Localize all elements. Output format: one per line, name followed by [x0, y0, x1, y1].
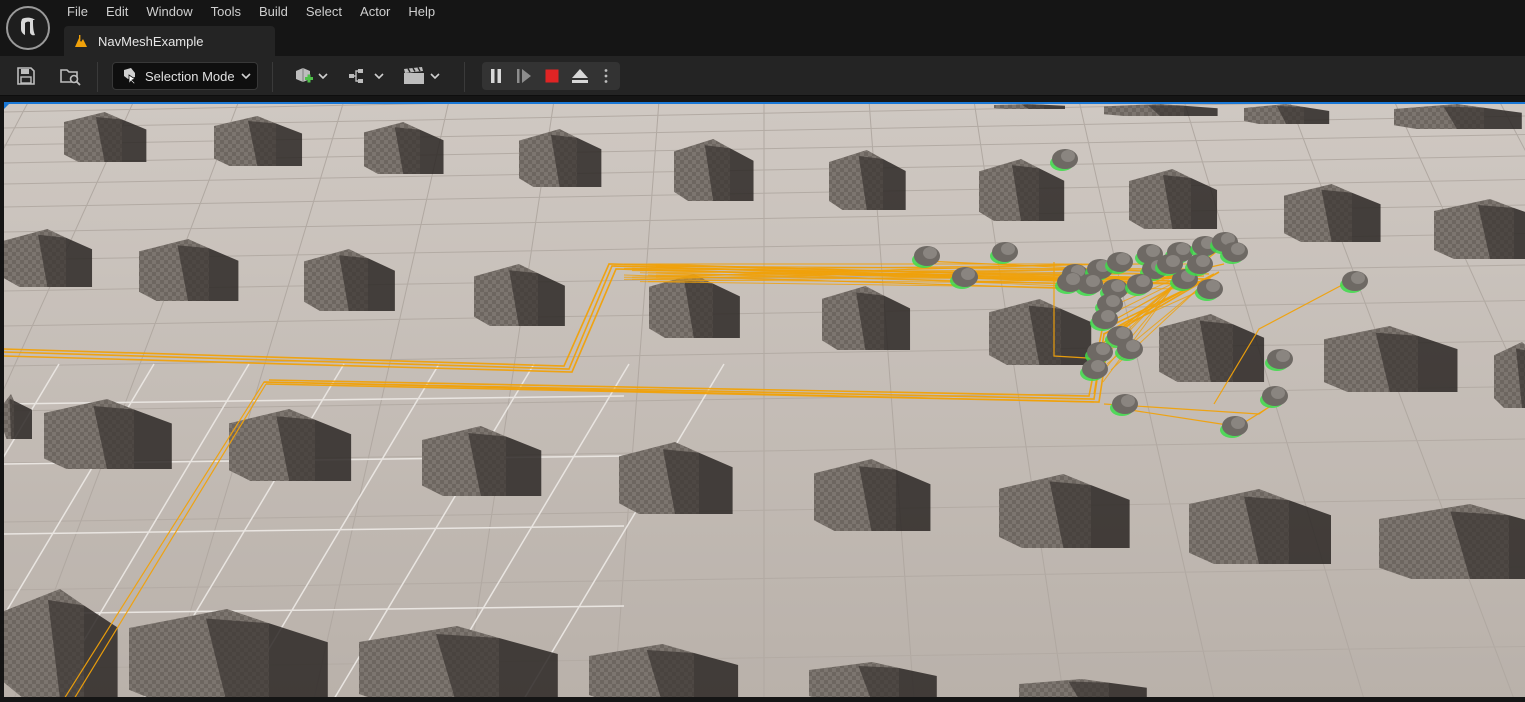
play-controls — [482, 62, 620, 90]
eject-icon — [572, 69, 588, 83]
level-map-icon — [75, 35, 87, 47]
level-viewport[interactable] — [0, 97, 1525, 702]
chevron-down-icon — [241, 73, 251, 80]
menu-edit[interactable]: Edit — [97, 0, 137, 24]
save-button[interactable] — [14, 64, 38, 88]
viewport-focus-marker — [4, 102, 11, 109]
title-bar: File Edit Window Tools Build Select Acto… — [0, 0, 1525, 56]
navmesh-agents-scene — [4, 104, 1525, 697]
toolbar-divider — [97, 62, 98, 92]
selection-mode-icon — [124, 68, 136, 85]
blueprint-icon — [349, 69, 384, 83]
pause-icon — [491, 69, 501, 83]
cinematics-icon — [404, 67, 440, 84]
menu-select[interactable]: Select — [297, 0, 351, 24]
tab-label: NavMeshExample — [98, 33, 204, 49]
add-actor-icon — [296, 68, 328, 83]
menu-window[interactable]: Window — [137, 0, 201, 24]
unreal-engine-logo-icon[interactable] — [6, 6, 50, 50]
more-options-button[interactable] — [594, 62, 618, 90]
content-browser-icon — [60, 69, 81, 86]
stop-icon — [545, 69, 559, 83]
frame-step-icon — [517, 69, 531, 83]
toolbar-divider — [464, 62, 465, 92]
menu-tools[interactable]: Tools — [202, 0, 250, 24]
blueprint-dropdown[interactable] — [346, 64, 386, 88]
menu-help[interactable]: Help — [399, 0, 444, 24]
menu-actor[interactable]: Actor — [351, 0, 399, 24]
selection-mode-dropdown[interactable]: Selection Mode — [112, 62, 258, 90]
cinematics-dropdown[interactable] — [402, 64, 442, 88]
main-menu: File Edit Window Tools Build Select Acto… — [58, 0, 444, 24]
frame-step-button[interactable] — [510, 62, 538, 90]
content-browser-button[interactable] — [58, 64, 82, 88]
add-actor-dropdown[interactable] — [292, 64, 330, 88]
toolbar-divider — [272, 62, 273, 92]
menu-build[interactable]: Build — [250, 0, 297, 24]
pause-button[interactable] — [482, 62, 510, 90]
viewport-scene[interactable] — [4, 102, 1525, 697]
more-options-icon — [604, 69, 608, 83]
tab-navmeshexample[interactable]: NavMeshExample — [64, 26, 275, 56]
selection-mode-label: Selection Mode — [145, 68, 235, 84]
save-icon — [17, 67, 35, 85]
menu-file[interactable]: File — [58, 0, 97, 24]
main-toolbar: Selection Mode — [0, 56, 1525, 96]
eject-button[interactable] — [566, 62, 594, 90]
stop-button[interactable] — [538, 62, 566, 90]
